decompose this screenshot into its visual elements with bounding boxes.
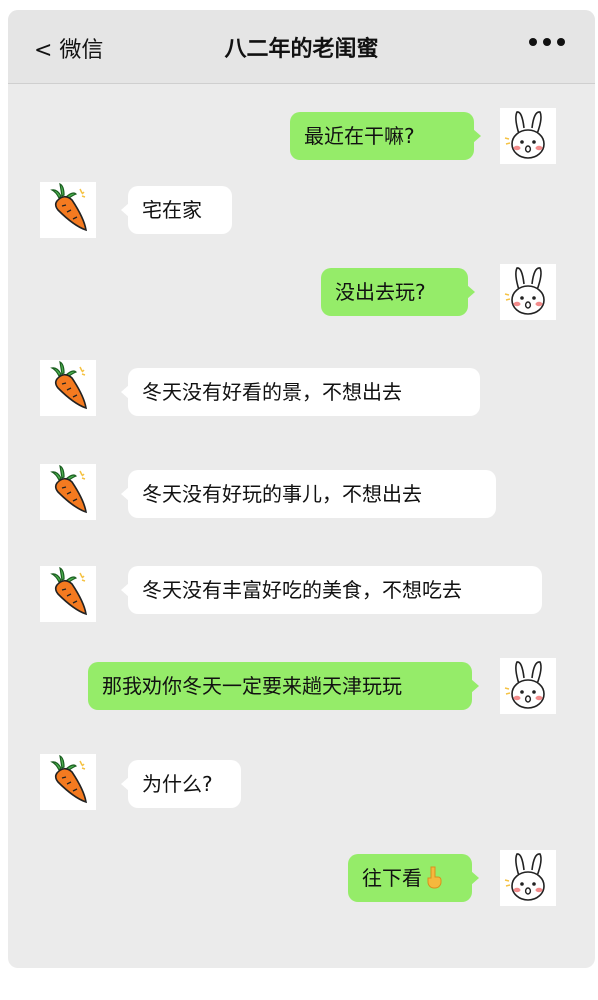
bunny-icon — [504, 661, 545, 709]
message-text: 冬天没有好看的景，不想出去 — [142, 380, 402, 404]
chat-header: < 微信 八二年的老闺蜜 — [8, 10, 595, 84]
message-text: 冬天没有好玩的事儿，不想出去 — [142, 482, 422, 506]
pointing-down-hand-icon — [427, 866, 442, 889]
carrot-avatar[interactable] — [40, 464, 96, 520]
message-bubble-received[interactable]: 冬天没有丰富好吃的美食，不想吃去 — [121, 566, 542, 614]
bunny-avatar[interactable] — [500, 264, 556, 320]
message-bubble-received[interactable]: 冬天没有好玩的事儿，不想出去 — [121, 470, 496, 518]
bunny-avatar[interactable] — [500, 850, 556, 906]
carrot-icon — [50, 566, 88, 616]
carrot-avatar[interactable] — [40, 360, 96, 416]
bunny-icon — [504, 853, 545, 901]
message-text: 那我劝你冬天一定要来趟天津玩玩 — [102, 674, 402, 698]
message-bubble-received[interactable]: 为什么? — [121, 760, 241, 808]
message-text: 最近在干嘛? — [304, 124, 415, 148]
message-bubble-sent[interactable]: 往下看 — [348, 854, 479, 902]
carrot-avatar[interactable] — [40, 182, 96, 238]
bunny-icon — [504, 111, 545, 159]
message-bubble-sent[interactable]: 那我劝你冬天一定要来趟天津玩玩 — [88, 662, 479, 710]
bunny-avatar[interactable] — [500, 108, 556, 164]
message-text: 没出去玩? — [335, 280, 426, 304]
carrot-avatar[interactable] — [40, 566, 96, 622]
carrot-icon — [50, 360, 88, 410]
chat-window: < 微信 八二年的老闺蜜 最近在干嘛? 宅在家 没出去玩? 冬天没有好看的景，不… — [8, 10, 595, 968]
bunny-icon — [504, 267, 545, 315]
message-text: 为什么? — [142, 772, 213, 796]
message-bubble-sent[interactable]: 最近在干嘛? — [290, 112, 481, 160]
more-dots-icon — [529, 38, 537, 46]
message-text: 宅在家 — [142, 198, 202, 222]
message-bubble-received[interactable]: 宅在家 — [121, 186, 232, 234]
carrot-icon — [50, 182, 88, 232]
bunny-avatar[interactable] — [500, 658, 556, 714]
message-bubble-sent[interactable]: 没出去玩? — [321, 268, 475, 316]
more-options-button[interactable] — [529, 38, 565, 46]
message-text: 往下看 — [362, 866, 422, 890]
carrot-avatar[interactable] — [40, 754, 96, 810]
message-bubble-received[interactable]: 冬天没有好看的景，不想出去 — [121, 368, 480, 416]
carrot-icon — [50, 464, 88, 514]
carrot-icon — [50, 754, 88, 804]
chat-title: 八二年的老闺蜜 — [224, 37, 379, 62]
message-text: 冬天没有丰富好吃的美食，不想吃去 — [142, 578, 462, 602]
